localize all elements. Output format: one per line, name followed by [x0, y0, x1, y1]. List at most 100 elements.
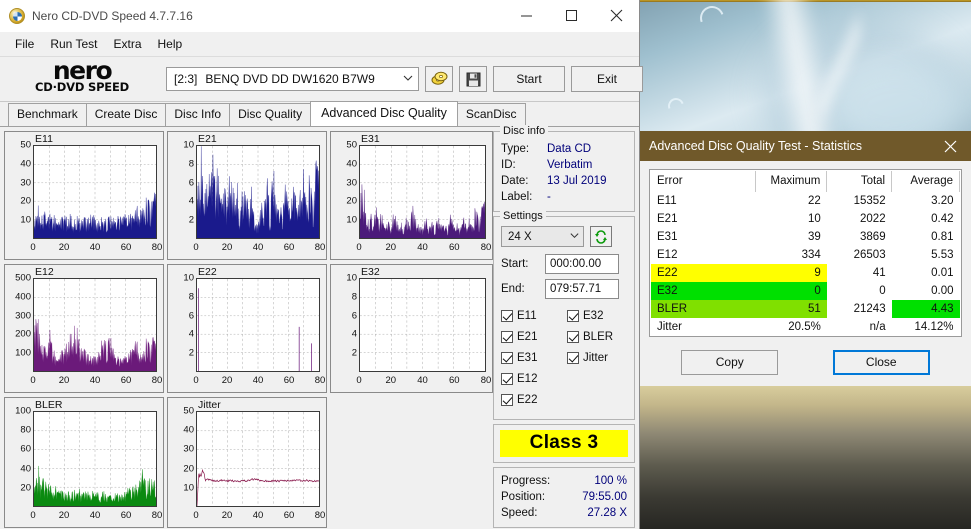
copy-button[interactable]: Copy: [681, 349, 779, 375]
start-input[interactable]: 000:00.00: [545, 254, 619, 274]
window-titlebar[interactable]: Nero CD-DVD Speed 4.7.7.16: [0, 0, 639, 32]
tab-disc-info[interactable]: Disc Info: [165, 103, 231, 126]
close-button[interactable]: [929, 131, 971, 161]
y-tick-label: 30: [346, 177, 357, 189]
x-tick-label: 0: [193, 375, 199, 386]
start-button[interactable]: Start: [493, 66, 565, 92]
y-tick-label: 300: [15, 310, 31, 322]
checkbox-e22[interactable]: E22: [501, 389, 559, 410]
disc-speed-icon-button[interactable]: [425, 66, 453, 92]
progress-value: 100 %: [594, 475, 627, 487]
y-tick-label: 4: [351, 328, 357, 340]
menu-help[interactable]: Help: [151, 34, 190, 54]
chart-title-e21: E21: [198, 133, 217, 145]
checkbox-e11[interactable]: E11: [501, 305, 559, 326]
statistics-dialog: Advanced Disc Quality Test - Statistics …: [640, 131, 971, 386]
speed-row: 24 X: [501, 226, 627, 247]
y-tick-label: 100: [15, 405, 31, 417]
y-tick-label: 40: [20, 158, 31, 170]
cell-average: 0.81: [931, 231, 954, 243]
y-tick-label: 4: [188, 328, 194, 340]
column-header-error[interactable]: Error: [651, 171, 757, 192]
x-tick-label: 60: [120, 510, 132, 521]
plot-e21: [196, 145, 320, 239]
tab-create-disc[interactable]: Create Disc: [85, 103, 167, 126]
checkbox-bler[interactable]: BLER: [567, 326, 625, 347]
cell-maximum: 334: [801, 249, 821, 261]
table-row[interactable]: E31 39 3869 0.81: [651, 228, 960, 246]
menu-run-test[interactable]: Run Test: [43, 34, 104, 54]
y-tick-label: 2: [351, 347, 357, 359]
close-button[interactable]: [594, 0, 639, 31]
close-dialog-button[interactable]: Close: [832, 349, 930, 375]
checkbox-label: BLER: [583, 330, 614, 343]
table-row[interactable]: E22 9 41 0.01: [651, 264, 960, 282]
x-tick-label: 0: [356, 375, 362, 386]
x-tick-label: 20: [385, 375, 397, 386]
y-axis-e31: 10 20 30 40 50: [331, 140, 359, 239]
x-axis-e32: 0 20 40 60 80: [356, 375, 491, 389]
checkbox-label: Jitter: [583, 351, 608, 364]
cell-total: n/a: [869, 321, 886, 333]
cell-maximum: 22: [808, 195, 821, 207]
tab-scandisc[interactable]: ScanDisc: [456, 103, 526, 126]
table-row[interactable]: E32 0 0 0.00: [651, 282, 960, 300]
checkbox-e12[interactable]: E12: [501, 368, 559, 389]
y-tick-label: 10: [346, 272, 357, 284]
nero-logo-subtitle: CD·DVD SPEED: [35, 80, 129, 94]
table-row[interactable]: BLER 51 21243 4.43: [651, 300, 960, 318]
y-tick-label: 500: [15, 272, 31, 284]
checkbox-icon: [567, 330, 579, 343]
table-row[interactable]: E12 334 26503 5.53: [651, 246, 960, 264]
y-tick-label: 6: [188, 310, 194, 322]
y-tick-label: 6: [351, 310, 357, 322]
plot-jitter: [196, 411, 320, 507]
y-tick-label: 2: [188, 214, 194, 226]
side-panel: Disc info Type: Data CD ID: Verbatim Dat…: [493, 125, 635, 528]
checkbox-label: E31: [517, 351, 538, 364]
statistics-dialog-titlebar[interactable]: Advanced Disc Quality Test - Statistics: [640, 131, 971, 161]
refresh-button[interactable]: [590, 226, 612, 247]
column-header-total[interactable]: Total: [826, 171, 893, 192]
statistics-footer: Copy Close: [640, 337, 971, 387]
exit-button[interactable]: Exit: [571, 66, 643, 92]
tab-benchmark[interactable]: Benchmark: [8, 103, 87, 126]
table-row[interactable]: E21 10 2022 0.42: [651, 210, 960, 228]
save-button[interactable]: [459, 66, 487, 92]
cell-error: E12: [657, 249, 678, 261]
column-header-average[interactable]: Average: [891, 171, 960, 192]
x-tick-label: 20: [58, 510, 70, 521]
minimize-button[interactable]: [504, 0, 549, 31]
checkbox-e21[interactable]: E21: [501, 326, 559, 347]
drive-select[interactable]: [2:3] BENQ DVD DD DW1620 B7W9: [166, 67, 419, 91]
checkbox-jitter[interactable]: Jitter: [567, 347, 625, 368]
checkbox-label: E32: [583, 309, 604, 322]
menu-extra[interactable]: Extra: [106, 34, 148, 54]
speed-select[interactable]: 24 X: [501, 226, 584, 247]
end-input[interactable]: 079:57.71: [545, 279, 619, 299]
tab-advanced-disc-quality[interactable]: Advanced Disc Quality: [310, 101, 458, 126]
checkbox-column-left: E11 E21 E31 E12 E22: [501, 305, 559, 410]
maximize-button[interactable]: [549, 0, 594, 31]
checkbox-e31[interactable]: E31: [501, 347, 559, 368]
y-tick-label: 30: [20, 177, 31, 189]
value-id: Verbatim: [547, 159, 593, 171]
tab-disc-quality[interactable]: Disc Quality: [229, 103, 312, 126]
x-tick-label: 40: [89, 375, 101, 386]
menu-file[interactable]: File: [8, 34, 41, 54]
y-tick-label: 200: [15, 328, 31, 340]
atmosphere-streak: [820, 0, 860, 135]
x-tick-label: 40: [252, 242, 264, 253]
x-tick-label: 20: [58, 242, 70, 253]
x-tick-label: 80: [151, 242, 163, 253]
table-row[interactable]: E11 22 15352 3.20: [651, 192, 960, 210]
class-result-badge: Class 3: [500, 430, 628, 457]
table-row[interactable]: Jitter 20.5% n/a 14.12%: [651, 318, 960, 336]
statistics-table-body: E11 22 15352 3.20 E21 10 2022 0.42 E31 39 3869 0.81…: [651, 192, 960, 336]
chart-e12: E12 100 200 300 400 500 0 20 40 60 80: [4, 264, 164, 393]
start-field-row: Start: 000:00.00: [501, 254, 627, 274]
checkbox-e32[interactable]: E32: [567, 305, 625, 326]
checkbox-icon: [567, 309, 579, 322]
y-tick-label: 4: [188, 195, 194, 207]
column-header-maximum[interactable]: Maximum: [755, 171, 828, 192]
